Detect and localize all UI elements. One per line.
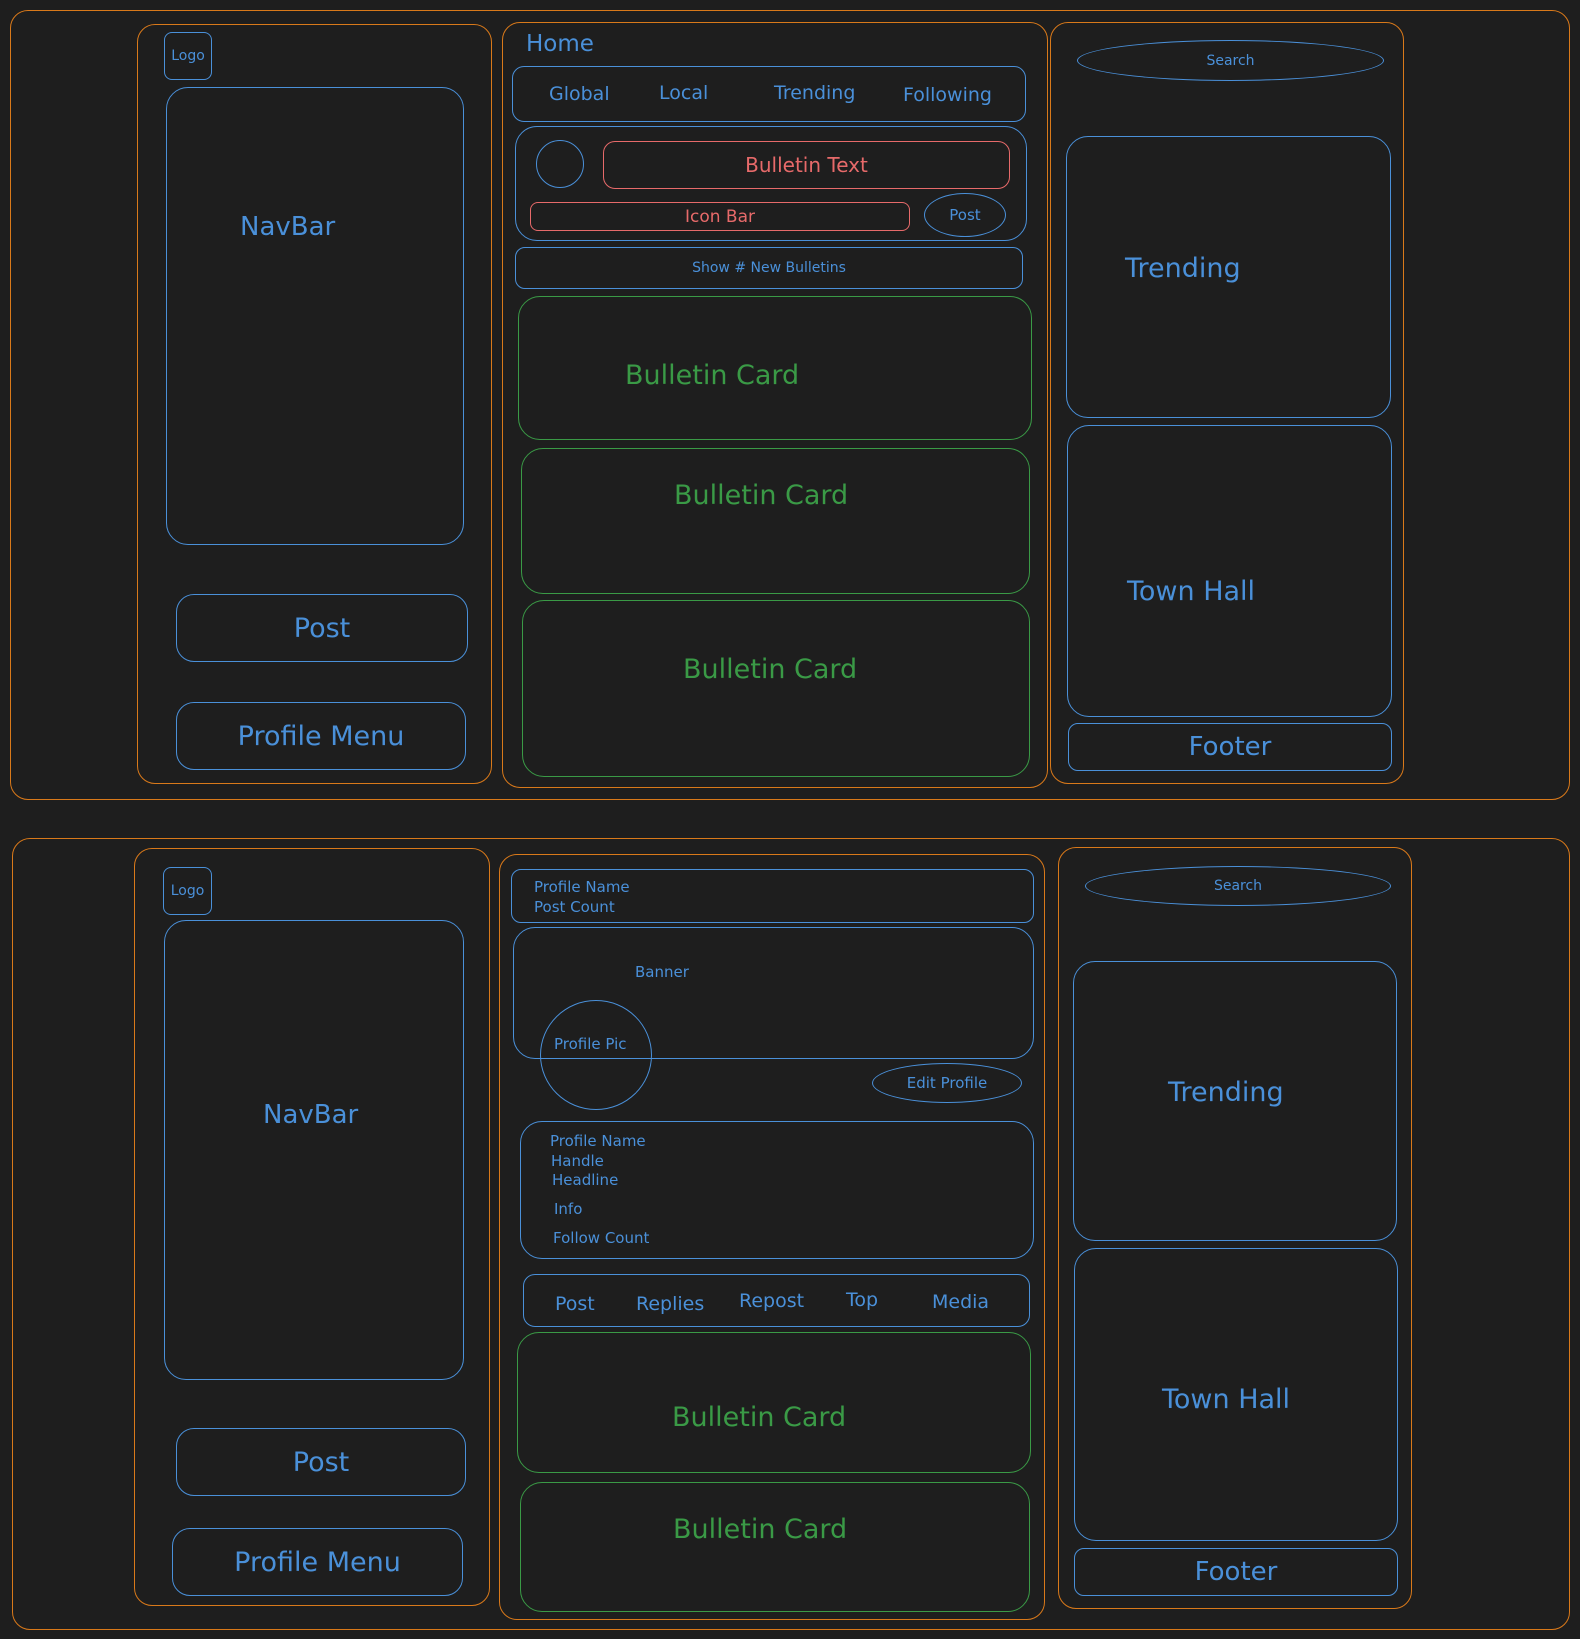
home-composer-post-label: Post [949, 206, 981, 224]
home-bulletin-card-2-label: Bulletin Card [674, 480, 849, 511]
profile-info-follow-count: Follow Count [553, 1229, 650, 1247]
home-tab-local[interactable]: Local [659, 82, 708, 104]
profile-profile-menu-label: Profile Menu [234, 1546, 401, 1578]
profile-bulletin-card-1-label: Bulletin Card [672, 1402, 847, 1433]
home-bulletin-card-3[interactable] [522, 600, 1030, 777]
profile-header-post-count: Post Count [534, 898, 615, 916]
profile-navbar-label: NavBar [263, 1100, 359, 1130]
profile-profile-menu[interactable]: Profile Menu [172, 1528, 463, 1596]
home-town-hall-label: Town Hall [1127, 576, 1256, 607]
profile-footer: Footer [1074, 1548, 1398, 1596]
profile-trending-label: Trending [1168, 1077, 1284, 1108]
home-town-hall-panel [1067, 425, 1392, 717]
home-profile-menu[interactable]: Profile Menu [176, 702, 466, 770]
profile-tab-repost[interactable]: Repost [739, 1290, 804, 1312]
home-icon-bar-label: Icon Bar [684, 206, 755, 227]
profile-logo-label: Logo [170, 883, 205, 899]
home-trending-label: Trending [1125, 253, 1241, 284]
home-bulletin-card-2[interactable] [521, 448, 1030, 594]
profile-tab-post[interactable]: Post [555, 1293, 595, 1315]
profile-info-handle: Handle [551, 1152, 604, 1170]
home-show-new-bulletins[interactable]: Show # New Bulletins [515, 247, 1023, 289]
profile-tab-media[interactable]: Media [932, 1291, 989, 1313]
home-bulletin-card-3-label: Bulletin Card [683, 654, 858, 685]
home-tab-global[interactable]: Global [549, 83, 610, 105]
profile-post-button-label: Post [292, 1446, 350, 1478]
profile-footer-label: Footer [1194, 1557, 1278, 1587]
profile-logo[interactable]: Logo [163, 867, 212, 915]
profile-tab-replies[interactable]: Replies [636, 1293, 704, 1315]
home-navbar-label: NavBar [240, 212, 336, 242]
home-tab-trending[interactable]: Trending [774, 82, 855, 104]
home-search-label: Search [1206, 52, 1255, 69]
profile-pic-label: Profile Pic [554, 1035, 627, 1053]
home-logo-label: Logo [171, 48, 205, 64]
profile-tab-top[interactable]: Top [846, 1289, 878, 1311]
home-navbar [166, 87, 464, 545]
profile-navbar [164, 920, 464, 1380]
home-bulletin-card-1-label: Bulletin Card [625, 360, 800, 391]
home-footer: Footer [1068, 723, 1392, 771]
profile-info-headline: Headline [552, 1171, 619, 1189]
home-logo[interactable]: Logo [164, 32, 212, 80]
profile-search-label: Search [1213, 878, 1263, 894]
home-icon-bar[interactable]: Icon Bar [530, 202, 910, 231]
profile-post-button[interactable]: Post [176, 1428, 466, 1496]
home-post-button[interactable]: Post [176, 594, 468, 662]
home-bulletin-text-input[interactable]: Bulletin Text [603, 141, 1010, 189]
profile-bulletin-card-2-label: Bulletin Card [673, 1514, 848, 1545]
profile-bulletin-card-2[interactable] [520, 1482, 1030, 1612]
profile-banner-label: Banner [635, 963, 689, 981]
profile-edit-profile-button[interactable]: Edit Profile [872, 1063, 1022, 1103]
home-footer-label: Footer [1188, 732, 1272, 762]
home-composer-post-button[interactable]: Post [924, 193, 1006, 237]
profile-info-name: Profile Name [550, 1132, 646, 1150]
home-bulletin-text-label: Bulletin Text [745, 153, 868, 177]
home-profile-menu-label: Profile Menu [237, 720, 405, 752]
home-show-new-label: Show # New Bulletins [692, 260, 846, 276]
profile-info-info: Info [554, 1200, 583, 1218]
home-page-title: Home [526, 31, 594, 57]
home-composer-avatar [536, 140, 584, 188]
profile-town-hall-label: Town Hall [1162, 1384, 1291, 1415]
profile-pic[interactable] [540, 1000, 652, 1110]
home-search[interactable]: Search [1077, 40, 1384, 81]
home-post-button-label: Post [293, 612, 351, 644]
profile-edit-profile-label: Edit Profile [906, 1074, 988, 1092]
profile-header-name: Profile Name [534, 878, 630, 896]
home-tab-following[interactable]: Following [903, 84, 992, 106]
profile-search[interactable]: Search [1085, 866, 1391, 906]
